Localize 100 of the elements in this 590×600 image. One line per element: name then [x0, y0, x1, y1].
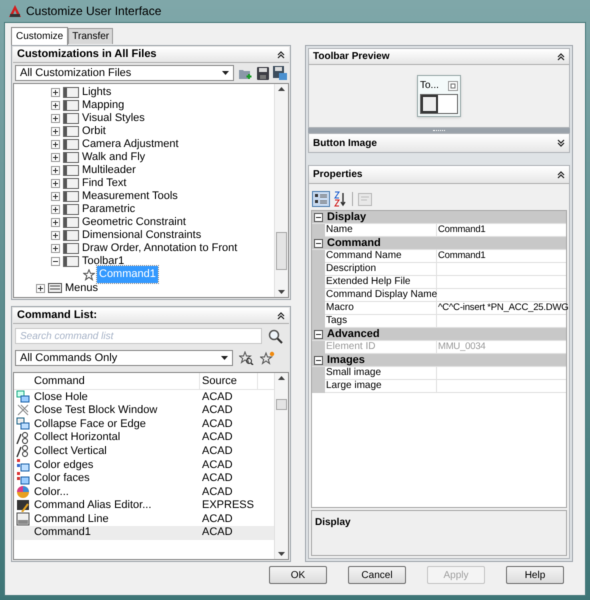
star-search-icon[interactable] — [239, 351, 254, 365]
expand-node-icon[interactable] — [51, 244, 60, 253]
command-source: ACAD — [201, 484, 234, 500]
expand-node-icon[interactable] — [51, 127, 60, 136]
property-row[interactable]: Macro ^C^C-insert *PN_ACC_25.DWG — [312, 302, 566, 315]
collapse-node-icon[interactable] — [314, 212, 323, 222]
tab[interactable]: Transfer — [68, 28, 114, 44]
property-row[interactable]: Command Display Name — [312, 289, 566, 302]
property-value[interactable]: ^C^C-insert *PN_ACC_25.DWG — [438, 302, 568, 313]
expand-node-icon[interactable] — [51, 192, 60, 201]
scroll-down-icon[interactable] — [278, 552, 285, 556]
toolbar-icon — [63, 165, 79, 176]
command-source: ACAD — [201, 471, 234, 486]
property-row[interactable]: Extended Help File — [312, 276, 566, 289]
command-name: Command Alias Editor... — [33, 498, 152, 514]
property-row[interactable]: Description — [312, 263, 566, 276]
collapse-node-icon[interactable] — [314, 330, 323, 338]
property-row[interactable]: Name Command1 — [312, 224, 566, 237]
dialog-button[interactable]: OK — [269, 566, 327, 584]
command-source: ACAD — [201, 458, 234, 473]
command-name: Color... — [33, 484, 70, 500]
toolbar-button[interactable] — [421, 95, 438, 113]
expand-node-icon[interactable] — [51, 205, 60, 214]
collapse-node-icon[interactable] — [314, 356, 323, 364]
category-label: Command — [327, 236, 381, 250]
dialog-button[interactable]: Cancel — [348, 566, 406, 584]
new-star-icon[interactable] — [260, 351, 275, 365]
command-icon — [16, 484, 30, 499]
expand-node-icon[interactable] — [51, 153, 60, 162]
panel-title: Properties — [313, 168, 362, 182]
panel-title: Toolbar Preview — [313, 50, 390, 64]
command-name: Close Hole — [33, 390, 89, 405]
expand-node-icon[interactable] — [51, 140, 60, 149]
property-row[interactable]: Small image — [312, 367, 566, 380]
expand-node-icon[interactable] — [51, 218, 60, 227]
panel-title: Command List: — [17, 308, 98, 324]
toolbar-icon — [63, 113, 79, 124]
file-filter-dropdown[interactable]: All Customization Files — [15, 65, 234, 81]
description-title: Display — [315, 517, 351, 528]
expand-node-icon[interactable] — [51, 231, 60, 240]
command-row[interactable]: Command1 ACAD — [14, 526, 274, 540]
expand-node-icon[interactable] — [51, 101, 60, 110]
collapse-icon[interactable] — [557, 170, 565, 180]
tab[interactable]: Customize — [11, 27, 68, 45]
property-value[interactable]: Command1 — [438, 250, 486, 261]
expand-node-icon[interactable] — [51, 88, 60, 97]
panel-title: Customizations in All Files — [17, 47, 157, 62]
category-label: Display — [327, 210, 366, 225]
command-icon — [16, 403, 30, 418]
command-icon — [16, 458, 30, 472]
expand-node-icon[interactable] — [36, 284, 45, 292]
command-source: ACAD — [201, 444, 234, 459]
scroll-up-icon[interactable] — [278, 376, 285, 380]
expand-node-icon[interactable] — [51, 114, 60, 123]
app-logo-icon — [8, 4, 22, 18]
category-label: Advanced — [327, 326, 380, 342]
column-header[interactable]: Source — [200, 373, 258, 389]
toolbar-icon — [63, 152, 79, 163]
toolbar-icon — [63, 204, 79, 215]
command-name: Collect Vertical — [33, 444, 108, 459]
caret-icon[interactable] — [222, 71, 229, 75]
scrollbar[interactable] — [274, 84, 288, 297]
collapse-icon[interactable] — [277, 50, 285, 60]
search-icon[interactable] — [268, 328, 283, 344]
scroll-down-icon[interactable] — [278, 290, 285, 294]
scroll-up-icon[interactable] — [278, 87, 285, 91]
toolbar-icon — [63, 87, 79, 98]
toolbar-icon — [63, 139, 79, 150]
expand-node-icon[interactable] — [51, 166, 60, 175]
sort-az-icon[interactable] — [333, 191, 347, 207]
save-as-icon[interactable] — [273, 66, 287, 80]
command-icon — [16, 498, 30, 513]
collapse-node-icon[interactable] — [314, 238, 323, 248]
property-row[interactable]: Large image — [312, 380, 566, 393]
close-icon[interactable] — [448, 80, 458, 90]
column-header[interactable]: Command — [32, 373, 200, 389]
collapse-node-icon[interactable] — [51, 257, 60, 266]
collapse-icon[interactable] — [557, 52, 565, 62]
search-field[interactable]: Search command list — [15, 328, 262, 344]
command-name: Collapse Face or Edge — [33, 416, 147, 432]
caret-icon[interactable] — [221, 356, 228, 360]
command-name: Close Test Block Window — [33, 403, 158, 418]
command-source: ACAD — [201, 416, 234, 432]
property-value[interactable]: Command1 — [438, 224, 486, 235]
scroll-thumb[interactable] — [276, 399, 287, 410]
command-filter-dropdown[interactable]: All Commands Only — [15, 350, 233, 366]
toolbar-caption: To... — [420, 79, 439, 93]
expand-icon[interactable] — [557, 138, 565, 148]
tree-item[interactable]: Menus — [65, 280, 98, 296]
property-row[interactable]: Tags — [312, 315, 566, 328]
scroll-thumb[interactable] — [276, 232, 287, 270]
property-row[interactable]: Command Name Command1 — [312, 250, 566, 263]
star-icon — [83, 268, 95, 280]
expand-node-icon[interactable] — [51, 179, 60, 188]
categorized-view-icon[interactable] — [312, 191, 330, 207]
save-icon[interactable] — [257, 66, 269, 80]
scrollbar[interactable] — [274, 373, 288, 559]
collapse-icon[interactable] — [277, 310, 285, 320]
dialog-button[interactable]: Help — [506, 566, 564, 584]
command-icon — [16, 471, 30, 486]
